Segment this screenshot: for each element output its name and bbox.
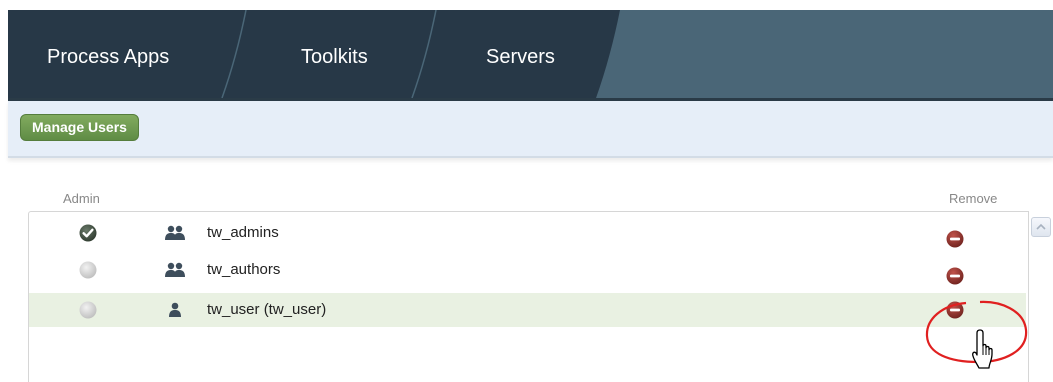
check-circle-icon[interactable]: [79, 224, 97, 242]
manage-users-button[interactable]: Manage Users: [20, 114, 139, 141]
tab-servers[interactable]: Servers: [486, 46, 555, 69]
vertical-scrollbar[interactable]: [1029, 211, 1053, 374]
row-name: tw_authors: [207, 261, 281, 278]
row-name: tw_user (tw_user): [207, 301, 327, 318]
secondary-toolbar: Manage Users: [8, 101, 1053, 158]
scroll-up-button[interactable]: [1031, 217, 1051, 237]
row-name: tw_admins: [207, 224, 279, 241]
user-icon: [169, 302, 181, 317]
remove-minus-icon[interactable]: [946, 267, 964, 285]
hand-pointer-icon: [972, 329, 993, 369]
tab-toolkits[interactable]: Toolkits: [301, 46, 368, 69]
admin-column-header: Admin: [63, 191, 100, 206]
grey-circle-icon[interactable]: [79, 301, 97, 319]
chevron-up-icon: [1036, 223, 1046, 230]
group-icon: [165, 262, 185, 277]
remove-column-header: Remove: [949, 191, 998, 206]
table-row[interactable]: tw_authors: [29, 253, 1026, 287]
remove-minus-icon[interactable]: [946, 230, 964, 248]
remove-minus-icon[interactable]: [946, 301, 964, 319]
grey-circle-icon[interactable]: [79, 261, 97, 279]
tab-process-apps[interactable]: Process Apps: [47, 46, 169, 69]
table-row[interactable]: tw_admins: [29, 216, 1026, 250]
group-icon: [165, 225, 185, 240]
table-row[interactable]: tw_user (tw_user): [29, 293, 1026, 327]
